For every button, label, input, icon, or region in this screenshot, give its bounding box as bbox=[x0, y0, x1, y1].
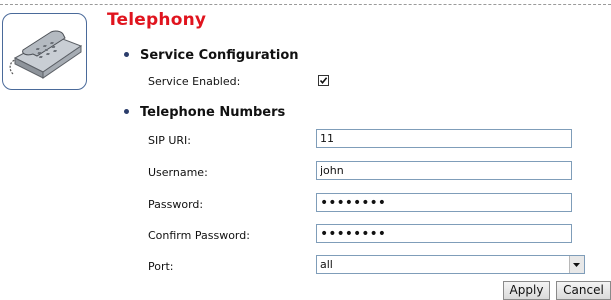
telephone-icon bbox=[9, 30, 83, 79]
telephony-icon-frame bbox=[2, 13, 87, 90]
confirm-password-input[interactable] bbox=[316, 224, 572, 243]
chevron-down-icon bbox=[573, 263, 580, 267]
section-heading: Service Configuration bbox=[140, 48, 299, 63]
section-service-configuration: Service Configuration bbox=[124, 48, 299, 63]
port-select[interactable]: all bbox=[316, 255, 585, 274]
service-enabled-checkbox[interactable] bbox=[318, 75, 329, 86]
service-enabled-label: Service Enabled: bbox=[148, 75, 241, 88]
checkmark-icon bbox=[319, 77, 328, 85]
username-label: Username: bbox=[148, 166, 208, 179]
bullet-icon bbox=[124, 52, 129, 57]
apply-button[interactable]: Apply bbox=[503, 281, 550, 300]
top-divider bbox=[0, 4, 611, 5]
confirm-password-label: Confirm Password: bbox=[148, 229, 250, 242]
password-label: Password: bbox=[148, 198, 204, 211]
section-heading: Telephone Numbers bbox=[140, 105, 286, 120]
sip-uri-label: SIP URI: bbox=[148, 134, 192, 147]
username-input[interactable] bbox=[316, 161, 572, 180]
cancel-button[interactable]: Cancel bbox=[556, 281, 611, 300]
password-input[interactable] bbox=[316, 193, 572, 212]
port-label: Port: bbox=[148, 260, 174, 273]
port-dropdown-button[interactable] bbox=[569, 256, 584, 273]
port-selected-value: all bbox=[320, 258, 333, 271]
sip-uri-input[interactable] bbox=[316, 129, 572, 148]
page-title: Telephony bbox=[107, 10, 207, 30]
section-telephone-numbers: Telephone Numbers bbox=[124, 105, 285, 120]
bullet-icon bbox=[124, 109, 129, 114]
